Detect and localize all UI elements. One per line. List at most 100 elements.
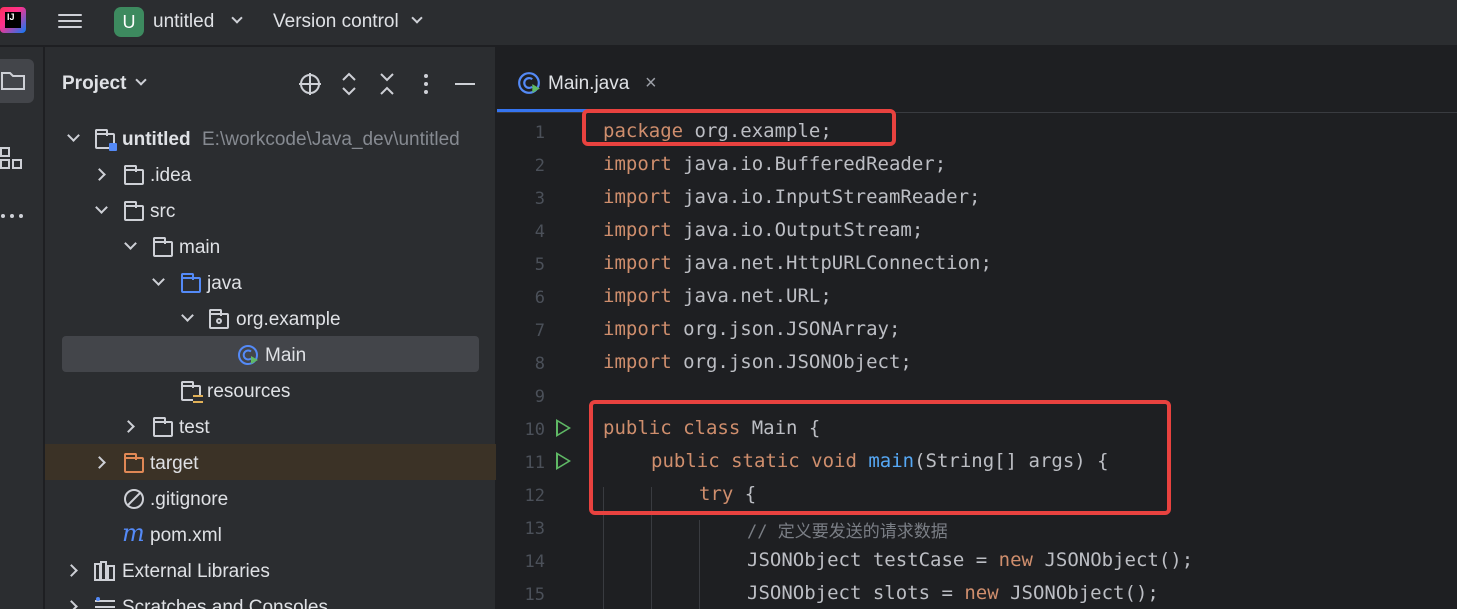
resources-badge-icon [193,395,203,403]
tree-item-label: untitled [122,129,191,150]
ignore-file-icon [124,489,144,509]
chevron-down-icon[interactable] [231,12,243,24]
close-icon[interactable]: × [645,72,657,95]
tree-item-label: test [179,417,210,438]
chevron-right-icon[interactable] [65,600,78,609]
scratches-icon [95,597,115,608]
module-badge-icon [109,143,117,151]
line-number: 14 [524,552,545,572]
tree-item-scratches[interactable]: Scratches and Consoles [45,589,496,609]
chevron-right-icon[interactable] [93,168,106,181]
project-panel-title[interactable]: Project [62,73,126,95]
chevron-down-icon[interactable] [411,12,423,24]
chevron-down-icon[interactable] [67,129,80,142]
locate-file-icon[interactable] [297,71,323,97]
tree-item-label: External Libraries [122,561,270,582]
line-number: 4 [534,222,545,242]
code-line[interactable]: import java.net.URL; [603,285,832,307]
chevron-down-icon[interactable] [135,74,147,86]
chevron-right-icon[interactable] [65,564,78,577]
line-number: 11 [524,453,545,473]
run-main-icon[interactable] [556,452,571,470]
expand-all-icon[interactable] [336,71,362,97]
code-comment[interactable]: // 定义要发送的请求数据 [747,517,948,542]
code-editor: Main.java × 1 2 3 4 5 6 7 8 9 10 11 12 1… [497,47,1457,609]
line-number: 12 [524,486,545,506]
tree-item-label: pom.xml [150,525,222,546]
options-icon[interactable] [413,71,439,97]
code-line[interactable]: JSONObject slots = new JSONObject(); [747,582,1159,604]
folder-icon [124,165,144,185]
excluded-folder-icon [124,453,144,473]
tree-item-main-class[interactable]: Main [45,337,496,373]
code-line[interactable]: import java.io.InputStreamReader; [603,186,981,208]
tree-item-label: .idea [150,165,192,186]
chevron-down-icon[interactable] [124,237,137,250]
folder-icon [153,417,173,437]
project-tool-button[interactable] [0,59,34,103]
line-number: 3 [534,189,545,209]
source-folder-icon [181,273,201,293]
annotation-box-class [589,400,1171,515]
tab-label: Main.java [548,73,630,94]
tree-item-label: java [207,273,242,294]
project-badge[interactable]: U [114,7,144,37]
code-line[interactable]: import org.json.JSONObject; [603,351,912,373]
indent-guide [699,520,700,609]
tree-item-resources[interactable]: resources [45,373,496,409]
tree-item-label: .gitignore [150,489,229,510]
tree-item-idea[interactable]: .idea [45,157,496,193]
code-line[interactable]: JSONObject testCase = new JSONObject(); [747,549,1193,571]
project-path: E:\workcode\Java_dev\untitled [202,129,460,150]
package-dot-icon [216,318,222,324]
line-number: 2 [534,156,545,176]
tree-item-external-libraries[interactable]: External Libraries [45,553,496,589]
tree-item-src[interactable]: src [45,193,496,229]
more-tools-icon[interactable] [0,209,28,223]
tree-item-label: target [150,453,199,474]
line-number: 13 [524,519,545,539]
tree-item-untitled[interactable]: untitled E:\workcode\Java_dev\untitled [45,121,496,157]
tree-item-org-example[interactable]: org.example [45,301,496,337]
tree-item-target[interactable]: target [45,445,496,481]
tree-item-pom[interactable]: m pom.xml [45,517,496,553]
folder-icon [153,237,173,257]
java-class-icon [518,72,540,94]
chevron-down-icon[interactable] [152,273,165,286]
tree-item-main-folder[interactable]: main [45,229,496,265]
tree-item-test[interactable]: test [45,409,496,445]
run-class-icon[interactable] [556,419,571,437]
chevron-right-icon[interactable] [93,456,106,469]
line-number: 10 [524,420,545,440]
code-line[interactable]: import org.json.JSONArray; [603,318,900,340]
line-number: 15 [524,585,545,605]
intellij-logo-icon[interactable]: IJ [0,7,26,33]
tree-item-gitignore[interactable]: .gitignore [45,481,496,517]
version-control-dropdown[interactable]: Version control [273,11,399,33]
tree-item-label: Main [265,345,307,366]
java-class-icon [238,345,258,365]
line-number: 9 [534,387,545,407]
main-menu-icon[interactable] [58,10,82,32]
chevron-down-icon[interactable] [181,309,194,322]
line-number: 5 [534,255,545,275]
tool-window-strip [0,47,44,609]
title-bar: IJ U untitled Version control [0,0,1457,46]
code-line[interactable]: import java.net.HttpURLConnection; [603,252,992,274]
code-line[interactable]: import java.io.OutputStream; [603,219,923,241]
collapse-all-icon[interactable] [374,71,400,97]
tree-item-label: main [179,237,221,258]
line-number: 1 [534,123,545,143]
folder-icon [1,72,25,90]
tree-item-label: Scratches and Consoles [122,597,328,609]
tree-item-label: org.example [236,309,341,330]
chevron-down-icon[interactable] [95,201,108,214]
chevron-right-icon[interactable] [122,420,135,433]
code-line[interactable]: import java.io.BufferedReader; [603,153,946,175]
project-name-dropdown[interactable]: untitled [153,11,214,33]
line-number: 7 [534,321,545,341]
tree-item-java[interactable]: java [45,265,496,301]
hide-panel-icon[interactable] [452,71,478,97]
structure-icon[interactable] [0,145,28,173]
folder-icon [124,201,144,221]
